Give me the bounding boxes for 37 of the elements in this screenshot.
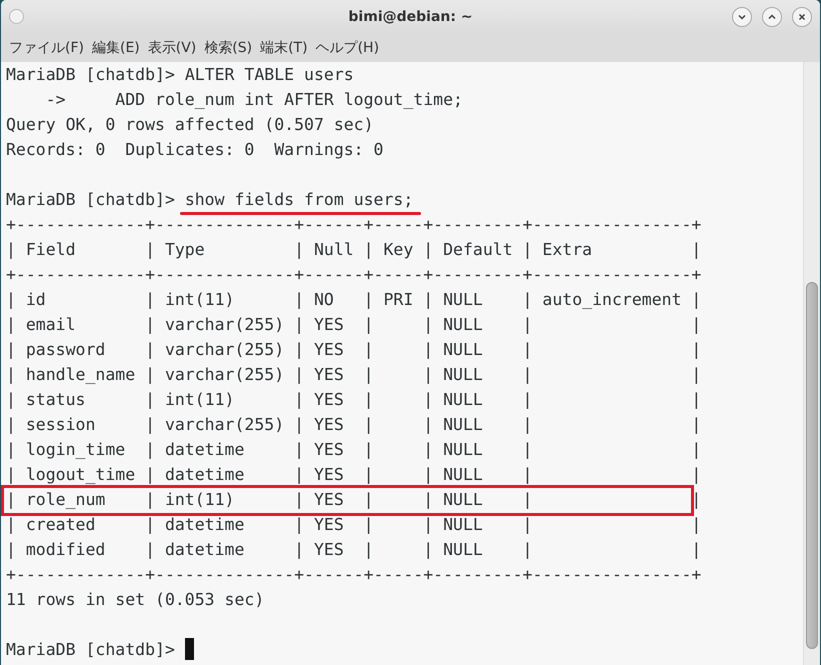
- shell-prompt: MariaDB [chatdb]>: [6, 640, 176, 659]
- minimize-button[interactable]: [732, 6, 752, 26]
- shell-prompt: MariaDB [chatdb]>: [6, 190, 176, 209]
- output-line: | session | varchar(255) | YES | | NULL | |: [6, 415, 702, 434]
- chevron-up-icon: [767, 12, 777, 22]
- output-line: | id | int(11) | NO | PRI | NULL | auto_increment |: [6, 290, 702, 309]
- output-line: | status | int(11) | YES | | NULL | |: [6, 390, 702, 409]
- output-line: Records: 0 Duplicates: 0 Warnings: 0: [6, 140, 384, 159]
- close-button[interactable]: [792, 6, 812, 26]
- output-line: | Field | Type | Null | Key | Default | Extra |: [6, 240, 702, 259]
- output-line: +-------------+--------------+------+-----+---------+----------------+: [6, 565, 702, 584]
- output-line: | email | varchar(255) | YES | | NULL | |: [6, 315, 702, 334]
- menu-item[interactable]: ファイル(F): [5, 38, 88, 56]
- shell-prompt: MariaDB [chatdb]>: [6, 65, 176, 84]
- menu-item[interactable]: 表示(V): [144, 38, 200, 56]
- output-line: 11 rows in set (0.053 sec): [6, 590, 264, 609]
- window-title: bimi@debian: ~: [348, 8, 473, 24]
- scrollbar[interactable]: [803, 62, 820, 665]
- close-icon: [797, 12, 807, 22]
- output-line: Query OK, 0 rows affected (0.507 sec): [6, 115, 374, 134]
- menu-item[interactable]: 端末(T): [256, 38, 312, 56]
- output-line: | modified | datetime | YES | | NULL | |: [6, 540, 702, 559]
- output-line: | password | varchar(255) | YES | | NULL | |: [6, 340, 702, 359]
- menu-item[interactable]: 編集(E): [88, 38, 144, 56]
- output-line: +-------------+--------------+------+-----+---------+----------------+: [6, 265, 702, 284]
- output-line: | created | datetime | YES | | NULL | |: [6, 515, 702, 534]
- command-text: show fields from users;: [184, 187, 414, 212]
- output-line: | role_num | int(11) | YES | | NULL | |: [6, 490, 702, 509]
- command-text: ALTER TABLE users: [184, 64, 354, 86]
- output-line: | handle_name | varchar(255) | YES | | NULL | |: [6, 365, 702, 384]
- output-line: +-------------+--------------+------+-----+---------+----------------+: [6, 215, 702, 234]
- output-line: | logout_time | datetime | YES | | NULL | |: [6, 465, 702, 484]
- menu-item[interactable]: ヘルプ(H): [312, 38, 384, 56]
- maximize-button[interactable]: [762, 6, 782, 26]
- menu-item[interactable]: 検索(S): [200, 38, 256, 56]
- output-line: -> ADD role_num int AFTER logout_time;: [44, 90, 463, 109]
- output-line: | login_time | datetime | YES | | NULL | |: [6, 440, 702, 459]
